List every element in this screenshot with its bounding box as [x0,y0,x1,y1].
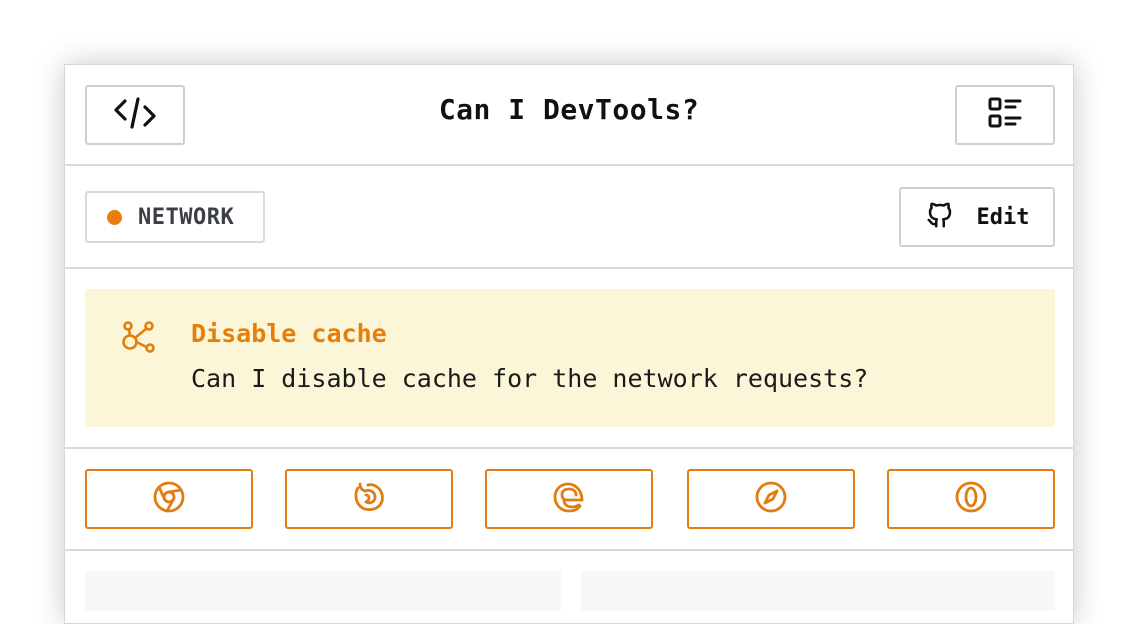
devtools-card: Can I DevTools? NETWORK Edit Disable cac… [64,64,1074,624]
menu-button[interactable] [955,85,1055,145]
opera-button[interactable] [887,469,1055,529]
network-icon [121,319,157,359]
edge-button[interactable] [485,469,653,529]
feature-description: Can I disable cache for the network requ… [191,364,869,393]
result-panel-right [581,571,1055,611]
category-divider [65,267,1073,269]
opera-icon [953,479,989,519]
header-divider [65,164,1073,166]
chrome-icon [151,479,187,519]
feature-divider [65,447,1073,449]
github-icon [925,200,955,234]
list-icon [987,96,1023,134]
category-dot [107,209,122,225]
feature-box: Disable cache Can I disable cache for th… [85,289,1055,427]
feature-title: Disable cache [191,319,387,348]
chrome-button[interactable] [85,469,253,529]
firefox-icon [351,479,387,519]
result-panel-left [85,571,561,611]
edge-icon [551,479,587,519]
safari-button[interactable] [687,469,855,529]
safari-icon [753,479,789,519]
edit-label: Edit [976,204,1030,230]
firefox-button[interactable] [285,469,453,529]
category-label: NETWORK [138,204,235,230]
page-title: Can I DevTools? [438,93,700,126]
edit-button[interactable]: Edit [899,187,1055,247]
browsers-divider [65,549,1073,551]
category-badge[interactable]: NETWORK [85,191,265,243]
